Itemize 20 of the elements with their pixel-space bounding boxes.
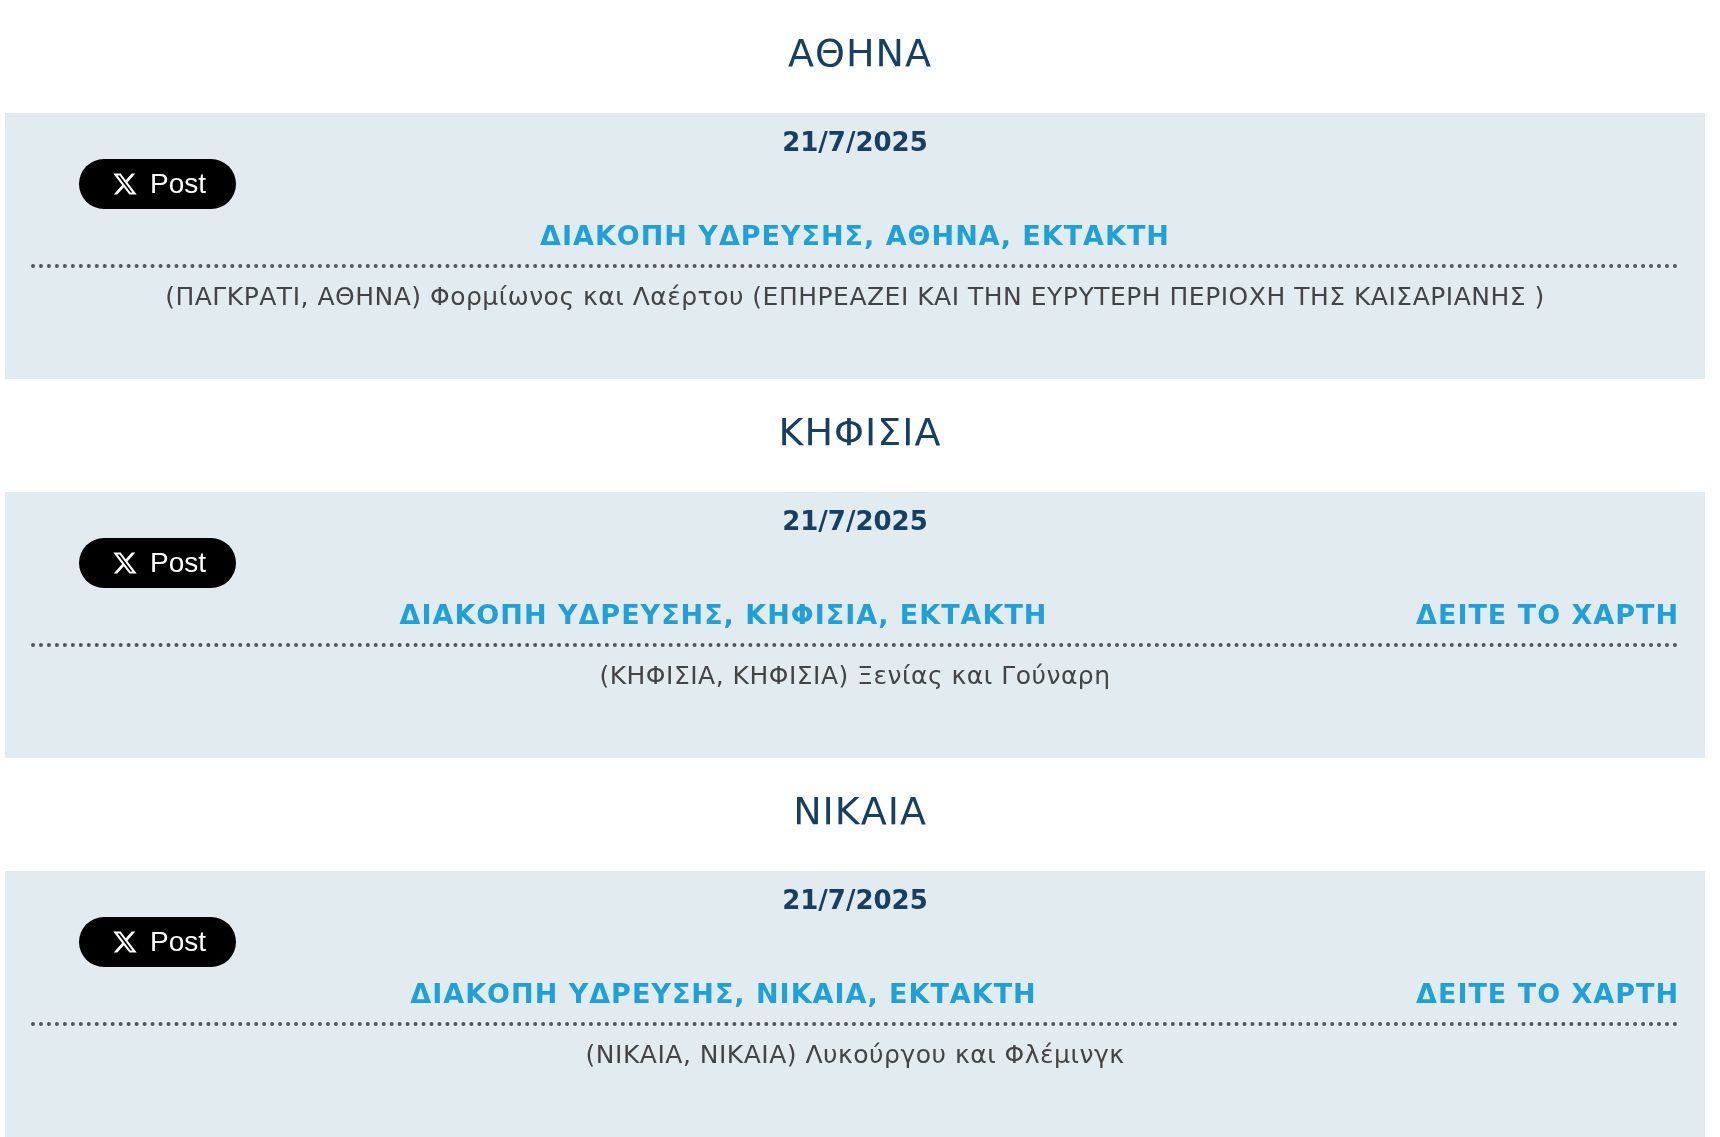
notice-title-link[interactable]: ΔΙΑΚΟΠΗ ΥΔΡΕΥΣΗΣ, ΝΙΚΑΙΑ, ΕΚΤΑΚΤΗ <box>410 977 1037 1009</box>
city-heading: ΚΗΦΙΣΙΑ <box>778 409 942 456</box>
notice-date: 21/7/2025 <box>782 127 928 157</box>
post-button[interactable]: Post <box>79 917 237 967</box>
notice-date: 21/7/2025 <box>782 506 928 536</box>
notice-title-link[interactable]: ΔΙΑΚΟΠΗ ΥΔΡΕΥΣΗΣ, ΚΗΦΙΣΙΑ, ΕΚΤΑΚΤΗ <box>399 598 1048 630</box>
city-heading: ΝΙΚΑΙΑ <box>793 788 927 835</box>
notice-description: (ΠΑΓΚΡΑΤΙ, ΑΘΗΝΑ) Φορμίωνος και Λαέρτου (ΕΠΗΡΕΑΖΕΙ ΚΑΙ ΤΗΝ ΕΥΡΥΤΕΡΗ ΠΕΡΙΟΧΗ ΤΗΣ ΚΑΙΣΑΡΙΑΝΗΣ ) <box>165 282 1545 311</box>
x-logo-icon <box>112 929 138 955</box>
map-link[interactable]: ΔΕΙΤΕ ΤΟ ΧΑΡΤΗ <box>1416 598 1679 630</box>
notice-title-link[interactable]: ΔΙΑΚΟΠΗ ΥΔΡΕΥΣΗΣ, ΑΘΗΝΑ, ΕΚΤΑΚΤΗ <box>540 219 1170 251</box>
post-button[interactable]: Post <box>79 159 237 209</box>
notice-description: (ΝΙΚΑΙΑ, ΝΙΚΑΙΑ) Λυκούργου και Φλέμινγκ <box>585 1040 1125 1069</box>
x-logo-icon <box>112 171 138 197</box>
city-heading: ΑΘΗΝΑ <box>788 30 932 77</box>
notice-description: (ΚΗΦΙΣΙΑ, ΚΗΦΙΣΙΑ) Ξενίας και Γούναρη <box>599 661 1111 690</box>
post-button[interactable]: Post <box>79 538 237 588</box>
map-link[interactable]: ΔΕΙΤΕ ΤΟ ΧΑΡΤΗ <box>1416 977 1679 1009</box>
notice-date: 21/7/2025 <box>782 885 928 915</box>
x-logo-icon <box>112 550 138 576</box>
